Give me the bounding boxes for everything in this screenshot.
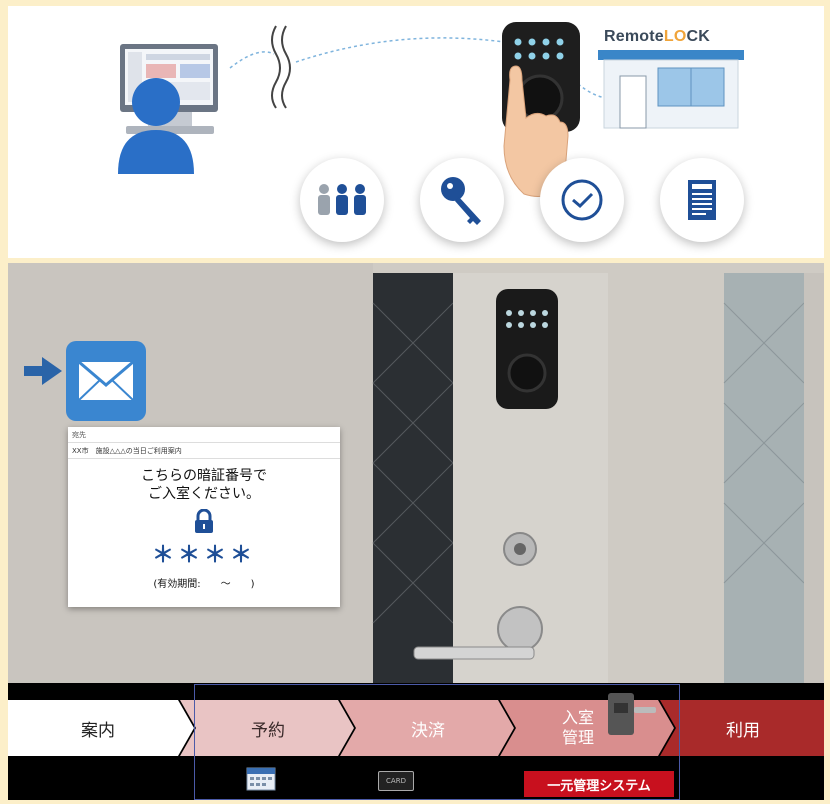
- door-photo: 宛先 XX市 施設△△△の当日ご利用案内 こちらの暗証番号で ご入室ください。 …: [8, 263, 824, 683]
- system-badge: 一元管理システム: [524, 771, 674, 797]
- illustration-panel: RemoteLOCK: [8, 6, 824, 258]
- passcode-mask: ＊＊＊＊: [151, 543, 256, 568]
- mail-line-2: ご入室ください。: [148, 486, 260, 502]
- mail-icon: [66, 341, 146, 421]
- connection-line: [229, 51, 275, 69]
- card-label: CARD: [386, 777, 406, 785]
- mail-line-1: こちらの暗証番号で: [141, 468, 267, 484]
- calendar-icon: [246, 767, 276, 791]
- arrow-right-icon: [24, 357, 62, 385]
- brand-logo: RemoteLOCK: [604, 28, 711, 45]
- report-feature: [660, 158, 744, 242]
- people-icon: [318, 184, 366, 215]
- wave-break-icon: [271, 25, 281, 109]
- keypad-lock-photo: [496, 289, 558, 409]
- building-icon: [598, 50, 744, 129]
- card-icon: CARD: [378, 771, 414, 791]
- mail-header: 宛先: [68, 427, 340, 443]
- mail-message-card: 宛先 XX市 施設△△△の当日ご利用案内 こちらの暗証番号で ご入室ください。 …: [68, 427, 340, 607]
- document-icon: [688, 180, 716, 220]
- key-feature: [420, 158, 504, 242]
- key-icon: [441, 177, 481, 225]
- mail-subject: XX市 施設△△△の当日ご利用案内: [68, 443, 340, 459]
- schedule-feature: [540, 158, 624, 242]
- step-use: 利用: [726, 720, 760, 741]
- people-feature: [300, 158, 384, 242]
- process-bar: 案内 予約 決済 入室 管理 利用 CARD 一元管理システム: [8, 683, 824, 800]
- padlock-icon: [195, 508, 213, 533]
- step-guide: 案内: [81, 720, 115, 741]
- clock-check-icon: [561, 179, 603, 221]
- validity-period: (有効期間: ～ ): [153, 579, 255, 590]
- mail-body: こちらの暗証番号で ご入室ください。 ＊＊＊＊ (有効期間: ～ ): [68, 467, 340, 590]
